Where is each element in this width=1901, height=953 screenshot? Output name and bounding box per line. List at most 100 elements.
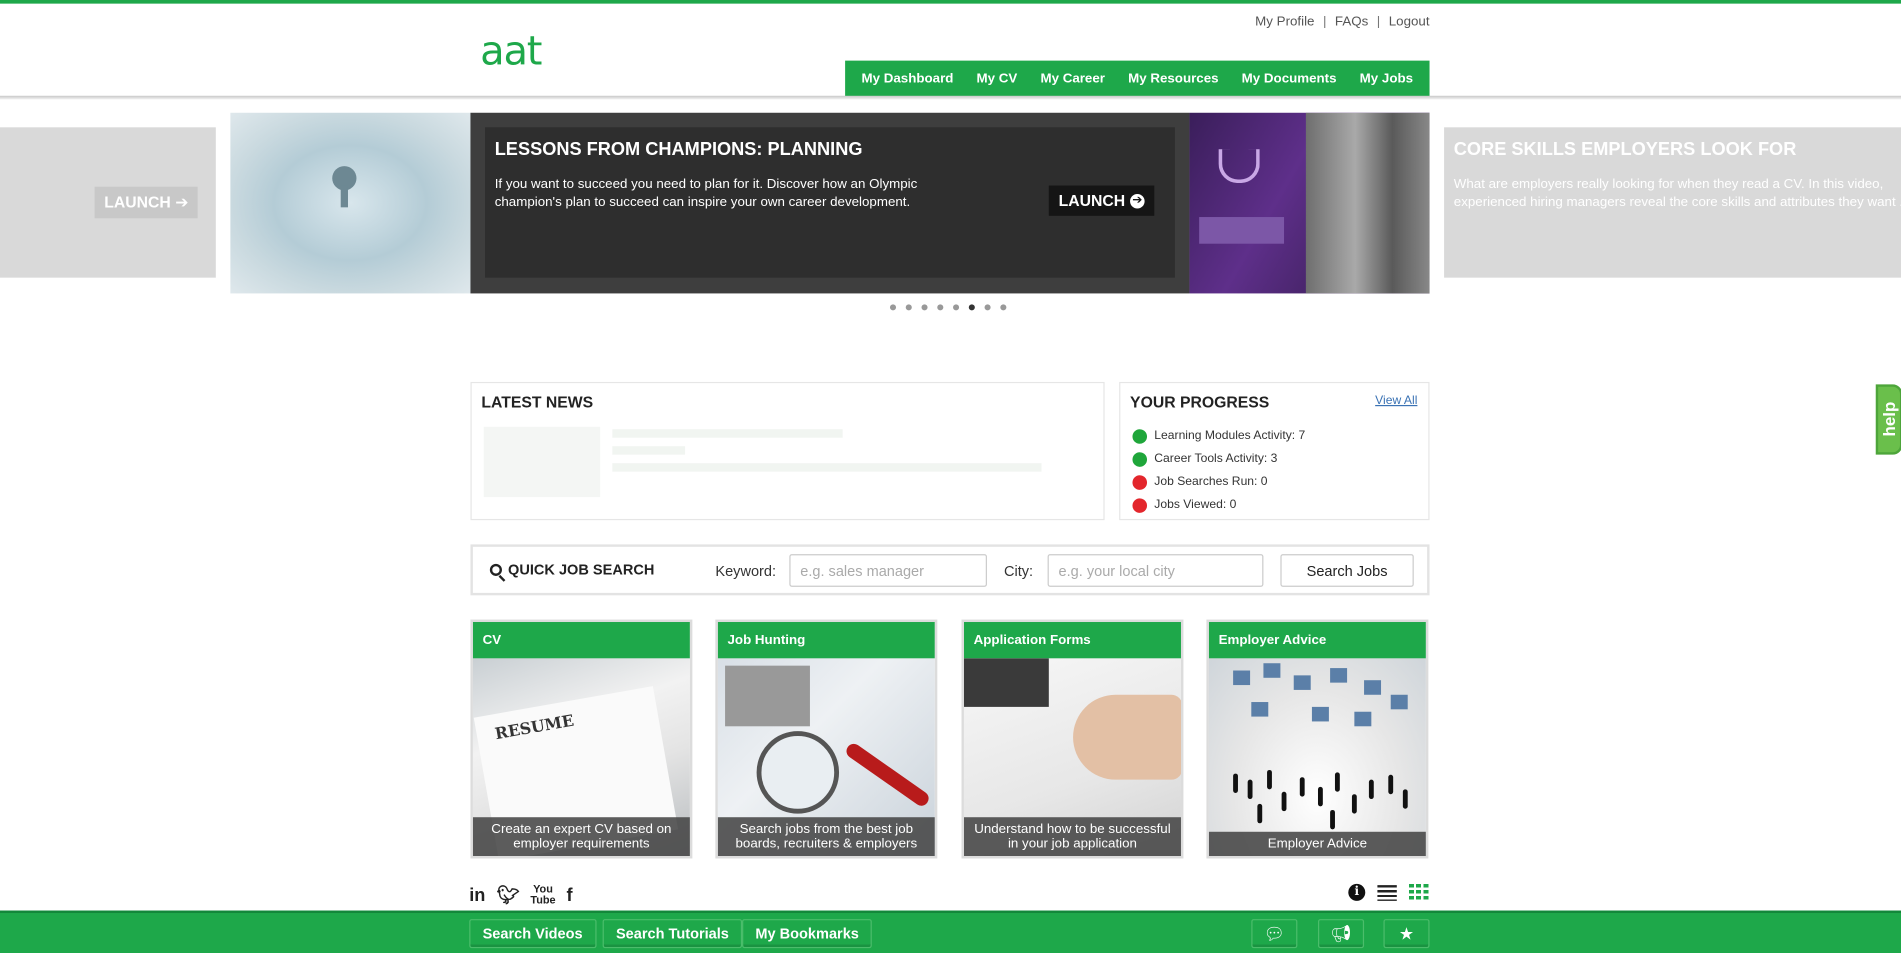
news-thumbnail[interactable] [483, 426, 601, 498]
keyhole-icon [332, 166, 357, 208]
tile-caption: Understand how to be successful in your … [963, 817, 1181, 857]
search-icon [489, 563, 502, 576]
keyword-label: Keyword: [715, 562, 777, 580]
header-divider [0, 95, 1901, 100]
facebook-icon[interactable]: f [567, 885, 573, 906]
magnifier-shape [756, 731, 840, 814]
carousel-dot[interactable] [1000, 304, 1007, 311]
news-snippet [612, 463, 1042, 472]
slide-title: LESSONS FROM CHAMPIONS: PLANNING [494, 139, 863, 161]
person-silhouette [1334, 772, 1340, 792]
floating-screen-shape [1330, 668, 1348, 683]
grid-view-icon[interactable] [1408, 883, 1430, 901]
search-tutorials-button[interactable]: Search Tutorials [602, 919, 743, 949]
employer-advice-image [1208, 658, 1426, 857]
your-progress-panel: YOUR PROGRESS View All Learning Modules … [1119, 381, 1430, 521]
tile-title: CV [472, 622, 690, 659]
view-toggles: i [1348, 883, 1430, 901]
businessman-shape [1305, 112, 1430, 294]
person-silhouette [1330, 809, 1335, 830]
progress-list: Learning Modules Activity: 7 Career Tools… [1132, 424, 1305, 516]
launch-label: LAUNCH [1058, 191, 1126, 210]
carousel-pagination [889, 304, 1007, 311]
search-videos-button[interactable]: Search Videos [469, 919, 596, 949]
person-silhouette [1247, 779, 1253, 800]
carousel-dot[interactable] [968, 304, 975, 311]
current-slide: LESSONS FROM CHAMPIONS: PLANNING If you … [470, 112, 1190, 294]
carousel-dot[interactable] [889, 304, 897, 311]
person-silhouette [1267, 769, 1272, 790]
view-all-link[interactable]: View All [1375, 394, 1417, 407]
nav-my-career[interactable]: My Career [1040, 72, 1105, 87]
info-icon[interactable]: i [1348, 883, 1366, 901]
news-date [612, 446, 686, 455]
help-tab[interactable]: help [1875, 384, 1901, 455]
latest-news-panel: LATEST NEWS [470, 381, 1105, 521]
progress-item: Learning Modules Activity: 7 [1132, 424, 1305, 447]
tile-cv[interactable]: CV RESUME Create an expert CV based on e… [470, 619, 693, 859]
utility-links: My Profile | FAQs | Logout [1255, 15, 1429, 30]
hand-shape [1073, 694, 1181, 780]
person-silhouette [1281, 791, 1287, 812]
progress-item: Jobs Viewed: 0 [1132, 493, 1305, 516]
carousel-dot[interactable] [921, 304, 928, 311]
separator: | [1322, 14, 1327, 30]
launch-button[interactable]: LAUNCH ➔ [1048, 185, 1155, 216]
calculator-shape [725, 665, 810, 727]
tile-title: Employer Advice [1208, 622, 1426, 659]
status-red-icon [1132, 497, 1148, 513]
previous-slide[interactable]: LAUNCH ➔ [0, 127, 216, 278]
progress-label: Jobs Viewed: 0 [1154, 498, 1237, 512]
trophy-cup-icon [1218, 149, 1260, 184]
my-profile-link[interactable]: My Profile [1255, 15, 1314, 30]
twitter-icon[interactable]: 🐦︎ [496, 884, 519, 906]
chat-icon[interactable]: 💬︎ [1251, 919, 1298, 949]
podium-shape [1199, 217, 1285, 244]
nav-my-jobs[interactable]: My Jobs [1360, 72, 1413, 87]
news-headline[interactable] [612, 429, 843, 438]
city-label: City: [1003, 562, 1034, 580]
nav-my-dashboard[interactable]: My Dashboard [862, 72, 954, 87]
person-silhouette [1402, 789, 1408, 809]
latest-news-title: LATEST NEWS [481, 392, 594, 412]
tile-job-hunting[interactable]: Job Hunting Search jobs from the best jo… [715, 619, 938, 859]
my-bookmarks-button[interactable]: My Bookmarks [742, 919, 873, 949]
list-view-icon[interactable] [1377, 884, 1397, 901]
floating-screen-shape [1364, 680, 1382, 695]
person-silhouette [1257, 803, 1263, 824]
megaphone-icon[interactable]: 📢︎ [1317, 919, 1365, 949]
linkedin-icon[interactable]: in [469, 885, 485, 906]
floating-screen-shape [1233, 670, 1251, 686]
person-silhouette [1388, 774, 1394, 795]
next-slide[interactable]: CORE SKILLS EMPLOYERS LOOK FOR What are … [1444, 127, 1901, 278]
carousel-dot[interactable] [905, 304, 912, 311]
sleeve-shape [963, 658, 1049, 707]
previous-launch-button[interactable]: LAUNCH ➔ [94, 186, 199, 219]
slide-panel: LESSONS FROM CHAMPIONS: PLANNING If you … [485, 127, 1175, 278]
tile-employer-advice[interactable]: Employer Advice Employer Advice [1206, 619, 1429, 859]
nav-my-documents[interactable]: My Documents [1242, 72, 1337, 87]
search-jobs-button[interactable]: Search Jobs [1280, 554, 1414, 587]
city-input[interactable] [1047, 554, 1264, 587]
floating-screen-shape [1390, 694, 1408, 710]
arrow-circle-icon: ➔ [175, 192, 189, 211]
person-silhouette [1368, 779, 1374, 800]
carousel-dot[interactable] [937, 304, 944, 311]
slide-description: If you want to succeed you need to plan … [494, 177, 918, 210]
faqs-link[interactable]: FAQs [1335, 15, 1368, 30]
progress-item: Job Searches Run: 0 [1132, 470, 1305, 493]
keyword-input[interactable] [789, 554, 987, 587]
carousel-dot[interactable] [953, 304, 960, 311]
carousel-dot[interactable] [984, 304, 991, 311]
featured-carousel: LAUNCH ➔ LESSONS FROM CHAMPIONS: PLANNIN… [0, 112, 1901, 294]
nav-my-resources[interactable]: My Resources [1128, 72, 1218, 87]
logout-link[interactable]: Logout [1389, 15, 1430, 30]
tile-title: Job Hunting [717, 622, 935, 659]
tile-title: Application Forms [963, 622, 1181, 659]
person-silhouette [1351, 794, 1357, 814]
youtube-icon[interactable]: You Tube [530, 883, 555, 906]
nav-my-cv[interactable]: My CV [977, 72, 1018, 87]
star-icon[interactable]: ★ [1383, 919, 1430, 949]
aat-logo[interactable]: aat [480, 27, 542, 74]
tile-application-forms[interactable]: Application Forms Understand how to be s… [961, 619, 1184, 859]
